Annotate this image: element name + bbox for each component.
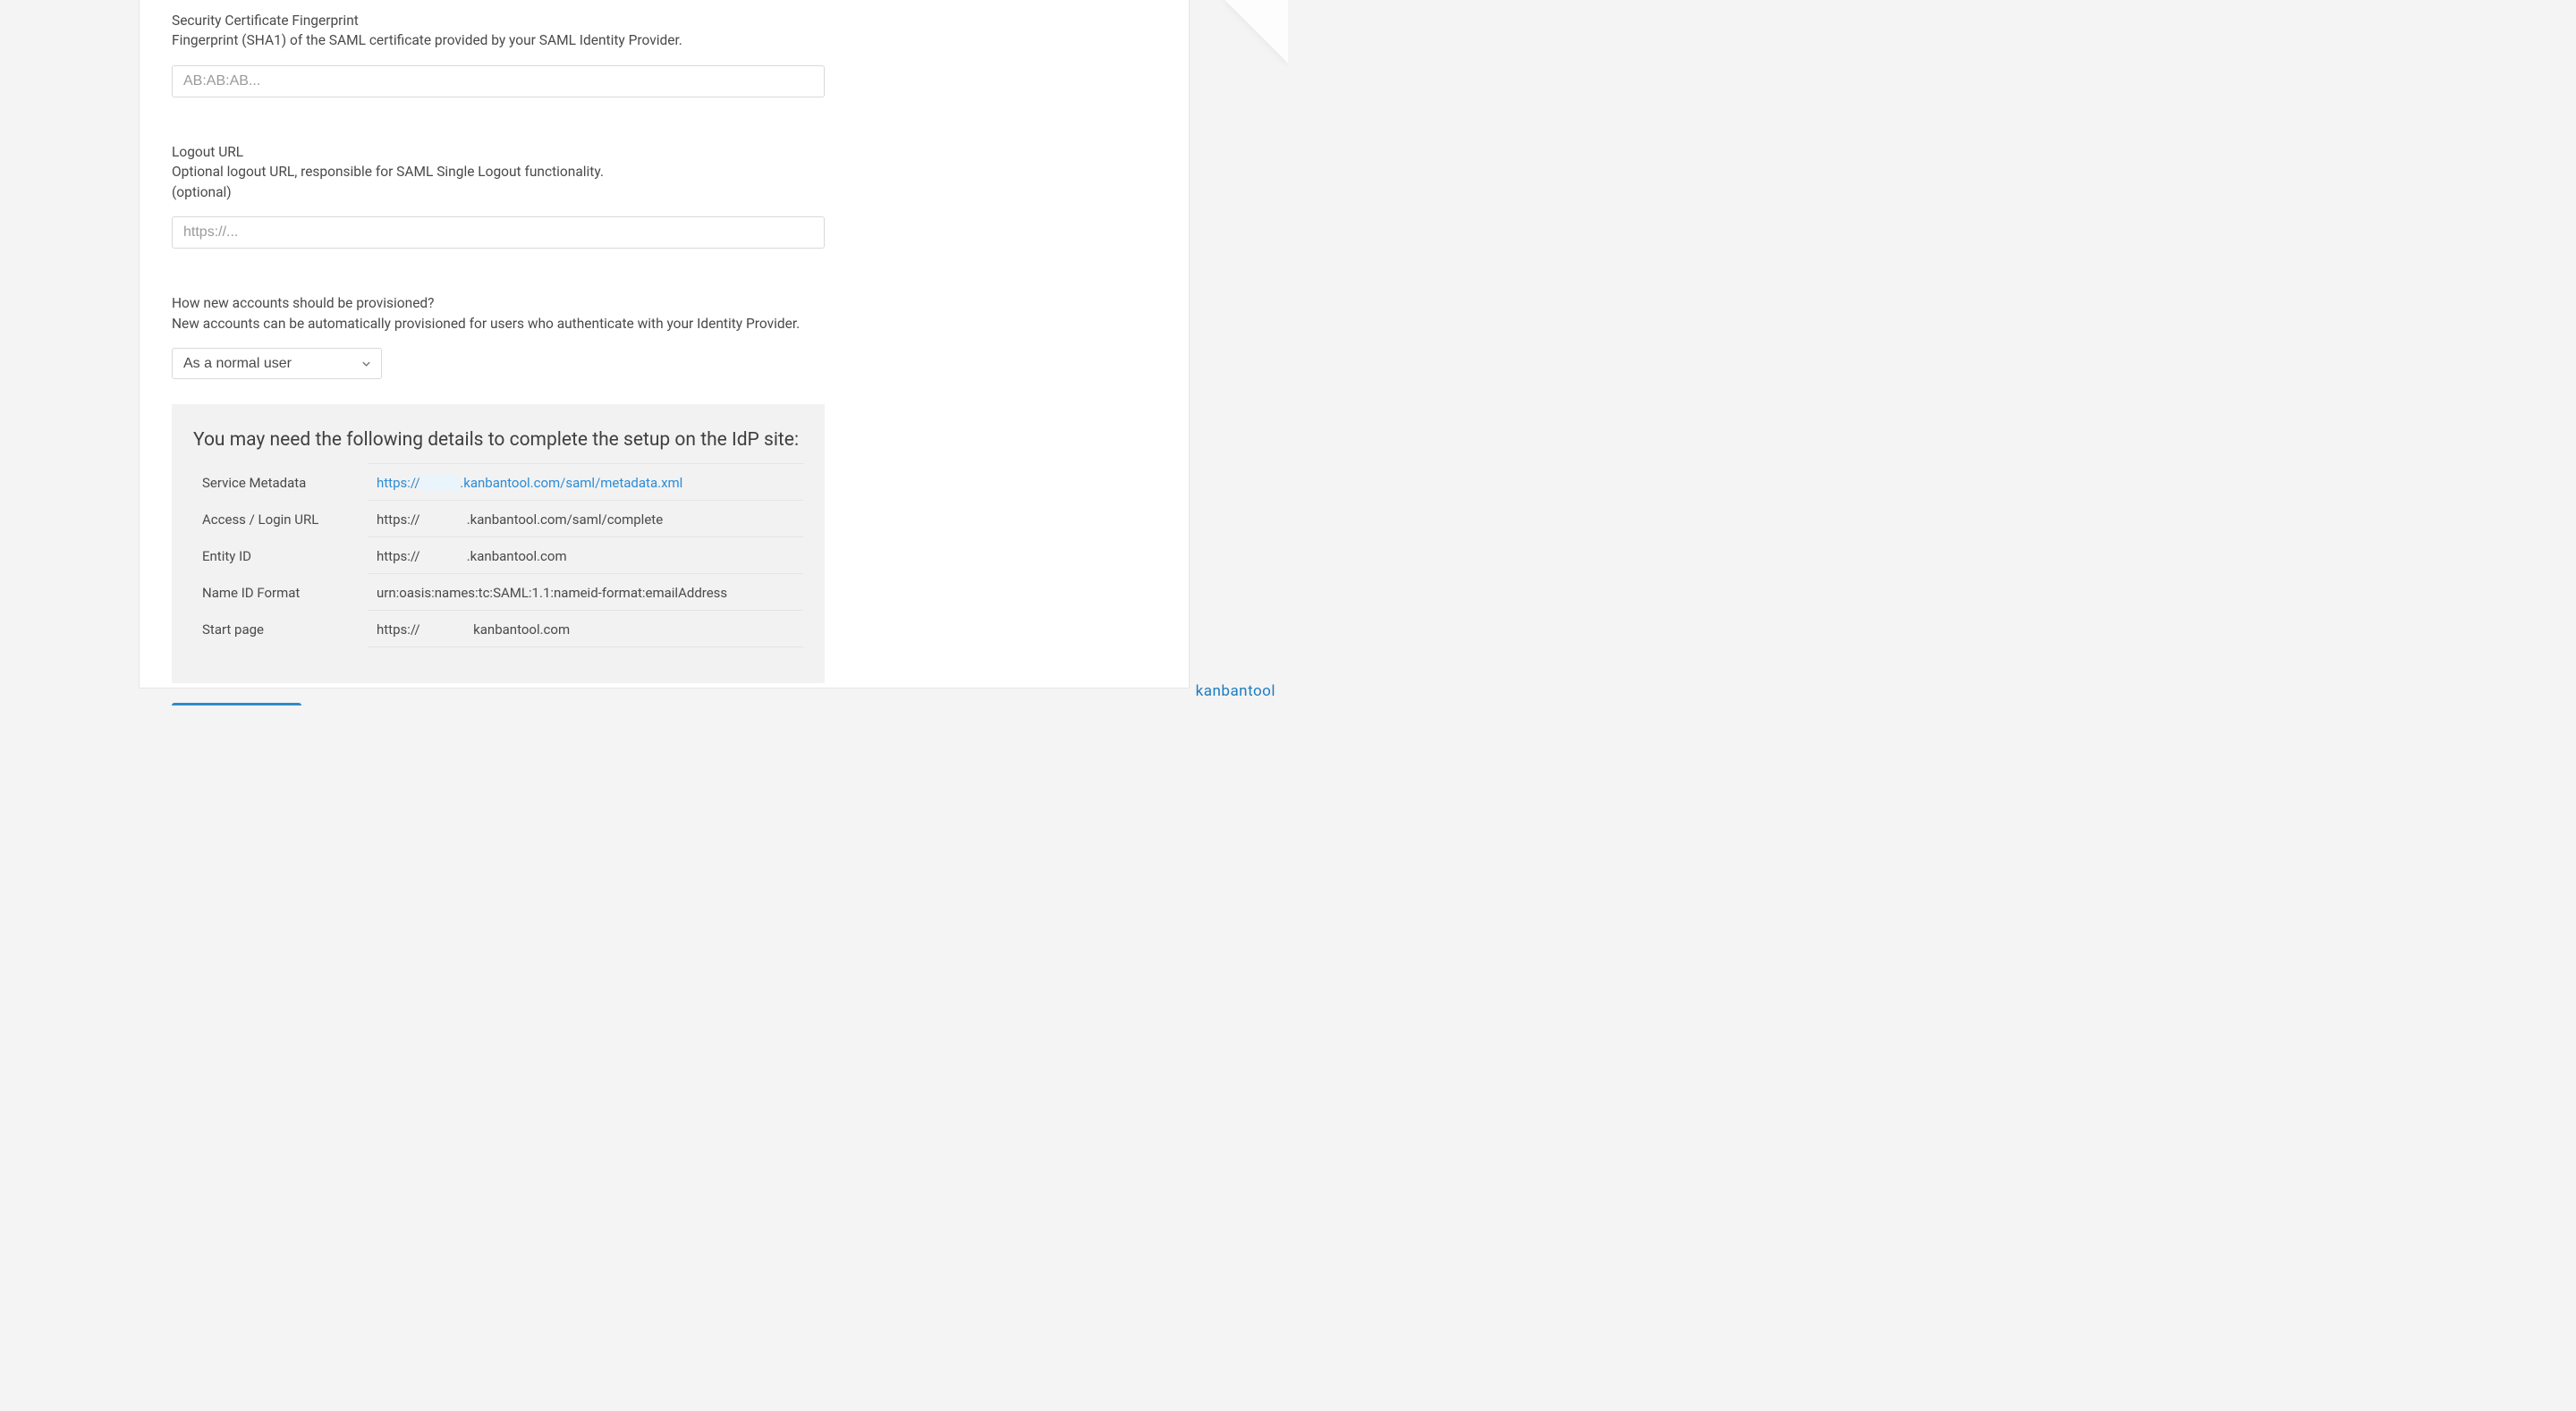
detail-label-metadata: Service Metadata	[193, 464, 368, 501]
settings-card: Security Certificate Fingerprint Fingerp…	[139, 0, 1190, 689]
logout-label: Logout URL	[172, 142, 1157, 162]
kanbantool-logo: kanbantool	[1196, 682, 1275, 700]
save-button[interactable]: Save changes	[172, 703, 301, 706]
detail-label-nameid: Name ID Format	[193, 574, 368, 611]
provision-select[interactable]: As a normal user	[172, 348, 382, 379]
fingerprint-label: Security Certificate Fingerprint	[172, 11, 1157, 30]
logout-desc: Optional logout URL, responsible for SAM…	[172, 162, 1157, 182]
detail-value-nameid: urn:oasis:names:tc:SAML:1.1:nameid-forma…	[368, 574, 803, 611]
detail-row-entity: Entity ID https://xxxxxxx.kanbantool.com	[193, 537, 803, 574]
idp-details-heading: You may need the following details to co…	[193, 429, 803, 451]
idp-details-box: You may need the following details to co…	[172, 404, 825, 683]
detail-row-login: Access / Login URL https://xxxxxxx.kanba…	[193, 501, 803, 537]
detail-label-start: Start page	[193, 611, 368, 647]
fingerprint-desc: Fingerprint (SHA1) of the SAML certifica…	[172, 30, 1157, 50]
provision-label: How new accounts should be provisioned?	[172, 293, 1157, 313]
detail-label-login: Access / Login URL	[193, 501, 368, 537]
detail-row-metadata: Service Metadata https://xxxxxx.kanbanto…	[193, 464, 803, 501]
detail-label-entity: Entity ID	[193, 537, 368, 574]
logout-optional: (optional)	[172, 182, 1157, 202]
field-logout-url: Logout URL Optional logout URL, responsi…	[172, 142, 1157, 249]
detail-row-nameid: Name ID Format urn:oasis:names:tc:SAML:1…	[193, 574, 803, 611]
service-metadata-link[interactable]: https://xxxxxx.kanbantool.com/saml/metad…	[377, 475, 682, 491]
detail-value-entity: https://xxxxxxx.kanbantool.com	[368, 537, 803, 574]
field-provisioning: How new accounts should be provisioned? …	[172, 293, 1157, 379]
detail-value-start: https://xxxxxxxxkanbantool.com	[368, 611, 803, 647]
detail-row-start: Start page https://xxxxxxxxkanbantool.co…	[193, 611, 803, 647]
field-fingerprint: Security Certificate Fingerprint Fingerp…	[172, 11, 1157, 97]
logout-url-input[interactable]	[172, 216, 825, 249]
corner-fold-decoration	[1199, 0, 1288, 89]
fingerprint-input[interactable]	[172, 65, 825, 97]
detail-value-login: https://xxxxxxx.kanbantool.com/saml/comp…	[368, 501, 803, 537]
provision-desc: New accounts can be automatically provis…	[172, 314, 1157, 334]
